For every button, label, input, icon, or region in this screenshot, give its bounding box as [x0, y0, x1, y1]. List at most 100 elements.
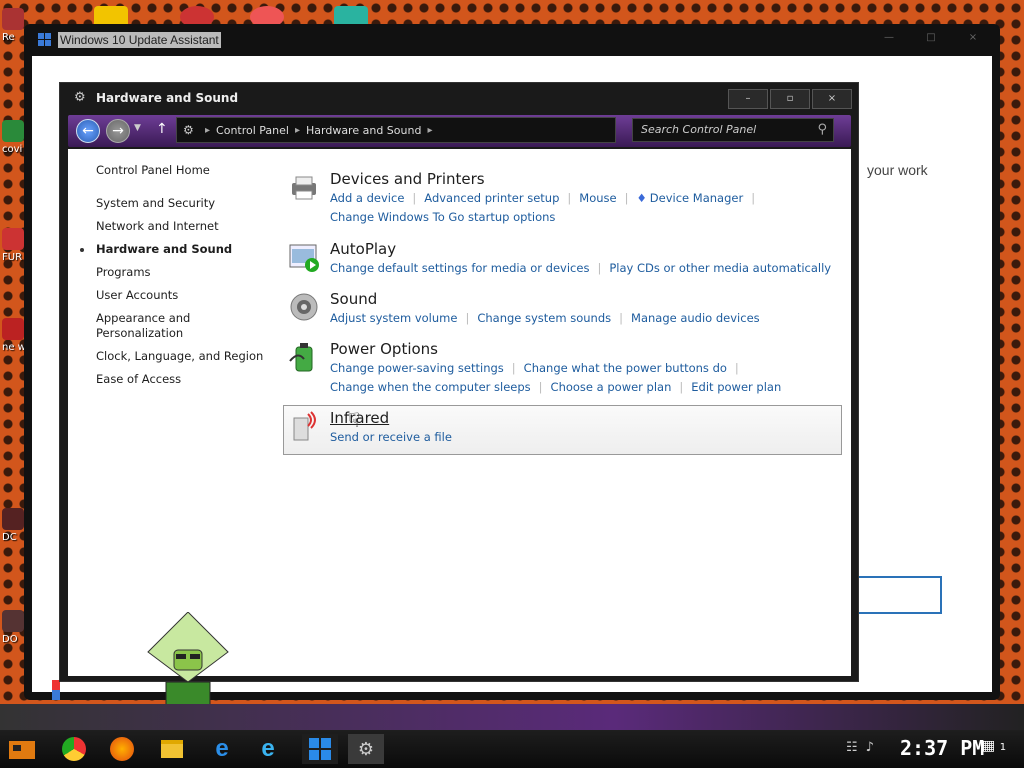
link-adjust-volume[interactable]: Adjust system volume: [330, 311, 457, 325]
divider: |: [619, 311, 624, 325]
app-icon: [2, 8, 24, 30]
breadcrumb-hardware-sound[interactable]: Hardware and Sound: [306, 124, 421, 137]
control-panel-title: Hardware and Sound: [96, 91, 239, 105]
action-center-button[interactable]: ▦ 1: [982, 738, 1006, 754]
minimize-button[interactable]: –: [728, 89, 768, 109]
volume-icon[interactable]: ♪: [866, 740, 874, 755]
edge-icon: e: [215, 735, 229, 762]
desktop-icon-dc[interactable]: DC: [2, 508, 26, 543]
update-assistant-controls: — □ ×: [872, 32, 990, 48]
close-button[interactable]: ×: [812, 89, 852, 109]
divider: |: [734, 361, 739, 375]
category-infrared[interactable]: Infrared Send or receive a file ☟: [283, 405, 842, 455]
nav-user-accounts[interactable]: User Accounts: [96, 288, 276, 303]
desktop-icon-re[interactable]: Re: [2, 8, 26, 43]
search-icon[interactable]: ⚲: [817, 122, 827, 137]
link-edit-power-plan[interactable]: Edit power plan: [691, 380, 781, 394]
forward-button[interactable]: →: [106, 119, 130, 143]
control-panel-window: ⚙ Hardware and Sound – ▫ × ← → ▼ ↑ ⚙ ▸ C…: [59, 82, 859, 682]
close-button[interactable]: ×: [956, 32, 990, 48]
devices-printers-title[interactable]: Devices and Printers: [330, 169, 842, 189]
start-logo-icon: [9, 741, 35, 759]
divider: |: [511, 361, 516, 375]
app-icon: [2, 508, 24, 530]
taskbar: e e ⚙ ☷ ♪ 2:37 PM ▦ 1: [0, 730, 1024, 768]
start-button[interactable]: [4, 734, 40, 764]
nav-control-panel-home[interactable]: Control Panel Home: [96, 163, 276, 178]
link-play-cds[interactable]: Play CDs or other media automatically: [609, 261, 831, 275]
infrared-icon: [293, 411, 316, 441]
nav-network-internet[interactable]: Network and Internet: [96, 219, 276, 234]
firefox-icon: [110, 737, 134, 761]
devices-printers-links: Add a device | Advanced printer setup | Mous…: [330, 189, 842, 227]
app-icon: [2, 318, 24, 340]
power-options-title[interactable]: Power Options: [330, 339, 842, 359]
breadcrumb-chevron-icon[interactable]: ▸: [295, 125, 300, 136]
file-explorer-taskbar-button[interactable]: [154, 734, 190, 764]
link-windows-to-go[interactable]: Change Windows To Go startup options: [330, 210, 555, 224]
divider: |: [679, 380, 684, 394]
link-manage-audio-devices[interactable]: Manage audio devices: [631, 311, 760, 325]
shield-icon: ♦: [636, 191, 647, 205]
windows-logo-icon: [309, 738, 331, 760]
nav-programs[interactable]: Programs: [96, 265, 276, 280]
edge-taskbar-button[interactable]: e: [204, 734, 240, 764]
link-send-receive-file[interactable]: Send or receive a file: [330, 430, 452, 444]
infrared-title[interactable]: Infrared: [330, 406, 841, 428]
autoplay-icon: [289, 244, 319, 272]
network-icon[interactable]: ☷: [846, 740, 858, 755]
app-icon: [2, 610, 24, 632]
link-change-system-sounds[interactable]: Change system sounds: [477, 311, 611, 325]
nav-system-security[interactable]: System and Security: [96, 196, 276, 211]
divider: |: [465, 311, 470, 325]
autoplay-title[interactable]: AutoPlay: [330, 239, 842, 259]
divider: |: [751, 191, 756, 205]
link-choose-power-plan[interactable]: Choose a power plan: [551, 380, 672, 394]
divider: |: [597, 261, 602, 275]
chrome-taskbar-button[interactable]: [56, 734, 92, 764]
address-bar[interactable]: ⚙ ▸ Control Panel ▸ Hardware and Sound ▸: [176, 117, 616, 143]
breadcrumb-control-panel[interactable]: Control Panel: [216, 124, 289, 137]
windows-update-taskbar-button[interactable]: [302, 734, 338, 764]
maximize-button[interactable]: ▫: [770, 89, 810, 109]
link-power-buttons[interactable]: Change what the power buttons do: [524, 361, 727, 375]
battery-icon: [289, 343, 313, 372]
link-add-device[interactable]: Add a device: [330, 191, 404, 205]
speaker-icon: [290, 293, 318, 321]
link-device-manager[interactable]: Device Manager: [650, 191, 743, 205]
desktop-icon-do[interactable]: DO: [2, 610, 26, 645]
breadcrumb-chevron-icon[interactable]: ▸: [427, 125, 432, 136]
link-computer-sleeps[interactable]: Change when the computer sleeps: [330, 380, 531, 394]
update-assistant-titlebar[interactable]: Windows 10 Update Assistant: [24, 24, 1000, 56]
nav-appearance[interactable]: Appearance and Personalization: [96, 311, 196, 341]
internet-explorer-icon: e: [261, 735, 275, 762]
link-advanced-printer-setup[interactable]: Advanced printer setup: [424, 191, 559, 205]
sound-title[interactable]: Sound: [330, 289, 842, 309]
update-assistant-button-outline[interactable]: [858, 576, 942, 614]
link-power-saving-settings[interactable]: Change power-saving settings: [330, 361, 504, 375]
category-power-options: Power Options Change power-saving settin…: [284, 339, 842, 397]
maximize-button[interactable]: □: [914, 32, 948, 48]
up-arrow-icon[interactable]: ↑: [156, 121, 168, 137]
nav-hardware-sound[interactable]: Hardware and Sound: [80, 242, 276, 257]
desktop-icon-ne[interactable]: ne wh: [2, 318, 26, 353]
link-mouse[interactable]: Mouse: [579, 191, 616, 205]
back-button[interactable]: ←: [76, 119, 100, 143]
minimize-button[interactable]: —: [872, 32, 906, 48]
desktop-icon-fur[interactable]: FUR: [2, 228, 26, 263]
link-change-default-media[interactable]: Change default settings for media or dev…: [330, 261, 589, 275]
windows-logo-icon: [38, 33, 51, 46]
sound-links: Adjust system volume | Change system sound…: [330, 309, 842, 328]
system-tray: ☷ ♪: [846, 740, 874, 755]
nav-ease-of-access[interactable]: Ease of Access: [96, 372, 276, 387]
desktop-icon-covi[interactable]: covi boos: [2, 120, 26, 155]
search-input[interactable]: Search Control Panel ⚲: [632, 118, 834, 142]
recent-pages-chevron-icon[interactable]: ▼: [134, 123, 141, 133]
control-panel-window-controls: – ▫ ×: [728, 89, 852, 109]
taskbar-decoration: [0, 704, 1024, 730]
taskbar-clock[interactable]: 2:37 PM: [900, 736, 984, 760]
nav-clock-language[interactable]: Clock, Language, and Region: [96, 349, 276, 364]
internet-explorer-taskbar-button[interactable]: e: [250, 734, 286, 764]
firefox-taskbar-button[interactable]: [104, 734, 140, 764]
control-panel-taskbar-button[interactable]: ⚙: [348, 734, 384, 764]
